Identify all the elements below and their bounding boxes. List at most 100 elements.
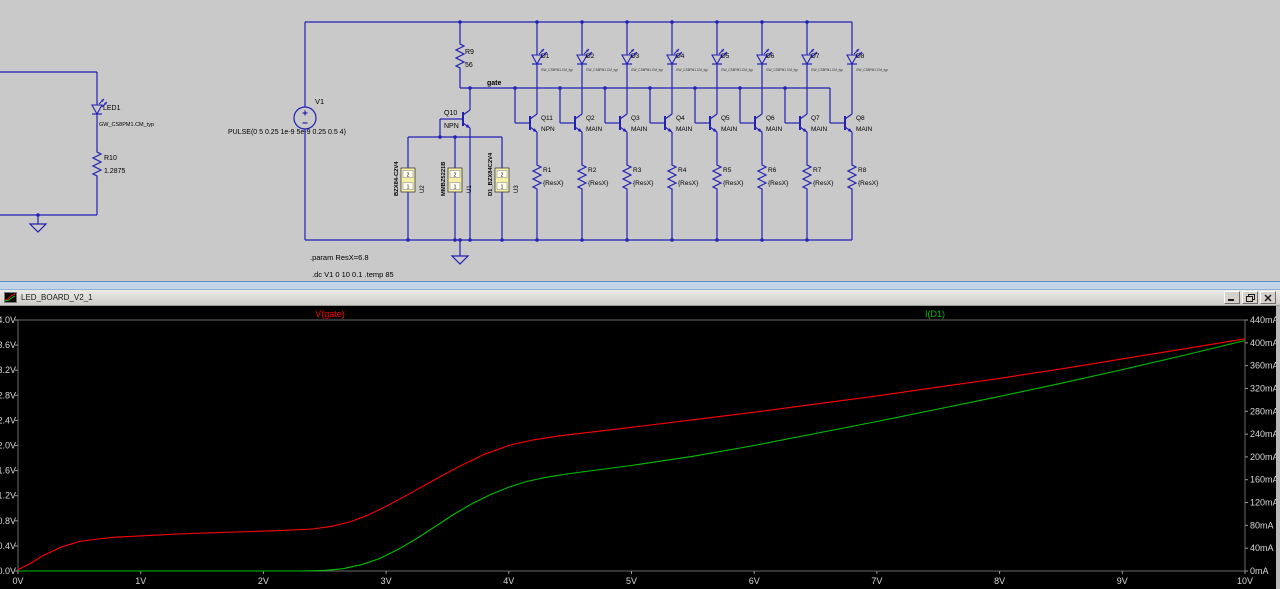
component-U3[interactable]: 2 1 D1_BZX84C2V4 U3 [488,137,520,240]
svg-text:2: 2 [454,173,457,179]
svg-text:D2: D2 [586,53,595,60]
trace-label-I(D1)[interactable]: I(D1) [925,309,945,319]
waveform-plot[interactable]: 4.0V 3.6V 3.2V 2.8V 2.4V 2.0V 1.6V 1.2V 0.8V 0.4V… [0,306,1280,589]
svg-text:R1: R1 [543,167,552,174]
restore-button[interactable] [1242,291,1258,304]
svg-text:MAIN: MAIN [811,126,828,133]
svg-text:D4: D4 [676,53,685,60]
column-D6[interactable]: D6 GW_CS8PM1.CM_typ Q6 MAIN R6 {ResX} [739,22,798,240]
svg-text:R5: R5 [723,167,732,174]
trace-label-V(gate)[interactable]: V(gate) [315,309,345,319]
svg-text:40mA: 40mA [1250,543,1274,553]
svg-text:R4: R4 [678,167,687,174]
svg-text:GW_CS8PM1.CM_typ: GW_CS8PM1.CM_typ [586,68,618,72]
window-controls [1224,291,1276,304]
svg-text:Q4: Q4 [676,115,685,122]
svg-text:2.4V: 2.4V [0,415,16,425]
svg-text:NPN: NPN [444,123,459,130]
svg-text:320mA: 320mA [1250,383,1279,393]
svg-text:6V: 6V [749,576,760,586]
window-title: LED_BOARD_V2_1 [21,292,93,302]
svg-text:Q3: Q3 [631,115,640,122]
svg-text:U2: U2 [420,185,426,193]
svg-text:D6: D6 [766,53,775,60]
svg-text:R9: R9 [465,49,474,56]
waveform-chart-icon [4,292,17,303]
svg-text:{ResX}: {ResX} [678,180,699,187]
spice-directives[interactable]: .param ResX=6.8 .dc V1 0 10 0.1 .temp 85 [310,253,394,279]
svg-text:R6: R6 [768,167,777,174]
svg-text:280mA: 280mA [1250,406,1279,416]
svg-text:120mA: 120mA [1250,498,1279,508]
svg-text:1: 1 [407,185,410,191]
svg-text:PULSE(0 5 0.25 1e-9 5e-9 0.25: PULSE(0 5 0.25 1e-9 5e-9 0.25 0.5 4) [228,129,346,136]
minimize-button[interactable] [1224,291,1240,304]
left-circuit[interactable]: LED1 GW_CS8PM1.CM_typ R10 1.2875 [0,71,154,233]
svg-text:4V: 4V [503,576,514,586]
trace-I(D1)[interactable] [18,339,1246,572]
svg-text:D7: D7 [811,53,820,60]
svg-text:{ResX}: {ResX} [543,180,564,187]
right-axis[interactable]: 440mA 400mA 360mA 320mA 280mA 240mA 200mA 160mA… [1245,315,1279,576]
svg-text:3.2V: 3.2V [0,365,16,375]
svg-text:R3: R3 [633,167,642,174]
svg-text:GW_CS8PM1.CM_typ: GW_CS8PM1.CM_typ [766,68,798,72]
svg-text:1: 1 [454,185,457,191]
svg-text:400mA: 400mA [1250,338,1279,348]
column-D7[interactable]: D7 GW_CS8PM1.CM_typ Q7 MAIN R7 {ResX} [784,22,843,240]
svg-text:.param ResX=6.8: .param ResX=6.8 [310,253,369,262]
svg-text:2V: 2V [258,576,269,586]
svg-text:V1: V1 [315,97,324,106]
svg-text:2: 2 [501,173,504,179]
svg-text:Q7: Q7 [811,115,820,122]
column-D8[interactable]: D8 GW_CS8PM1.CM_typ Q8 MAIN R8 {ResX} [829,22,888,240]
svg-text:MAIN: MAIN [586,126,603,133]
restore-icon [1245,293,1255,302]
svg-text:1: 1 [501,185,504,191]
column-D3[interactable]: D3 GW_CS8PM1.CM_typ Q3 MAIN R3 {ResX} [604,22,663,240]
svg-text:Q2: Q2 [586,115,595,122]
svg-text:R10: R10 [104,155,117,162]
component-U1[interactable]: 2 1 MMBZ5221B U1 [441,137,473,240]
svg-text:R8: R8 [858,167,867,174]
svg-text:GW_CS8PM1.CM_typ: GW_CS8PM1.CM_typ [99,122,154,128]
svg-text:MAIN: MAIN [721,126,738,133]
svg-text:U1: U1 [467,185,473,193]
schematic-canvas[interactable]: gate LED1 GW_CS8PM1.CM_typ R10 1.2875 V1 PULSE… [0,0,1280,281]
svg-text:{ResX}: {ResX} [768,180,789,187]
svg-text:0.8V: 0.8V [0,516,16,526]
svg-text:Q8: Q8 [856,115,865,122]
svg-text:8V: 8V [994,576,1005,586]
waveform-titlebar[interactable]: LED_BOARD_V2_1 [0,290,1280,306]
svg-text:D5: D5 [721,53,730,60]
svg-text:D1: D1 [541,53,550,60]
svg-text:GW_CS8PM1.CM_typ: GW_CS8PM1.CM_typ [541,68,573,72]
window-edge [1276,306,1280,589]
x-axis[interactable]: 0V 1V 2V 3V 4V 5V 6V 7V 8V 9V 10V [12,571,1253,586]
svg-text:MAIN: MAIN [856,126,873,133]
svg-text:1.6V: 1.6V [0,466,16,476]
svg-text:.dc V1 0 10 0.1 .temp 85: .dc V1 0 10 0.1 .temp 85 [312,270,394,279]
component-R9[interactable]: R9 56 [454,22,474,88]
column-D5[interactable]: D5 GW_CS8PM1.CM_typ Q5 MAIN R5 {ResX} [694,22,753,240]
svg-text:GW_CS8PM1.CM_typ: GW_CS8PM1.CM_typ [721,68,753,72]
component-V1[interactable]: V1 PULSE(0 5 0.25 1e-9 5e-9 0.25 0.5 4) [228,22,346,240]
svg-text:7V: 7V [871,576,882,586]
svg-text:MMBZ5221B: MMBZ5221B [441,162,447,196]
svg-text:LED1: LED1 [103,105,121,112]
svg-text:5V: 5V [626,576,637,586]
column-D4[interactable]: D4 GW_CS8PM1.CM_typ Q4 MAIN R4 {ResX} [649,22,708,240]
close-button[interactable] [1260,291,1276,304]
column-D2[interactable]: D2 GW_CS8PM1.CM_typ Q2 MAIN R2 {ResX} [559,22,618,240]
svg-text:MAIN: MAIN [766,126,783,133]
svg-text:MAIN: MAIN [631,126,648,133]
component-U2[interactable]: 2 1 BZX84-C2V4 U2 [394,137,426,240]
svg-text:360mA: 360mA [1250,361,1279,371]
column-D1[interactable]: D1 GW_CS8PM1.CM_typ Q11 NPN R1 {ResX} [514,22,573,240]
svg-text:9V: 9V [1117,576,1128,586]
left-axis[interactable]: 4.0V 3.6V 3.2V 2.8V 2.4V 2.0V 1.6V 1.2V 0.8V 0.4V… [0,315,18,576]
svg-text:GW_CS8PM1.CM_typ: GW_CS8PM1.CM_typ [811,68,843,72]
trace-V(gate)[interactable] [17,338,1246,571]
svg-text:2.0V: 2.0V [0,441,16,451]
svg-text:{ResX}: {ResX} [813,180,834,187]
